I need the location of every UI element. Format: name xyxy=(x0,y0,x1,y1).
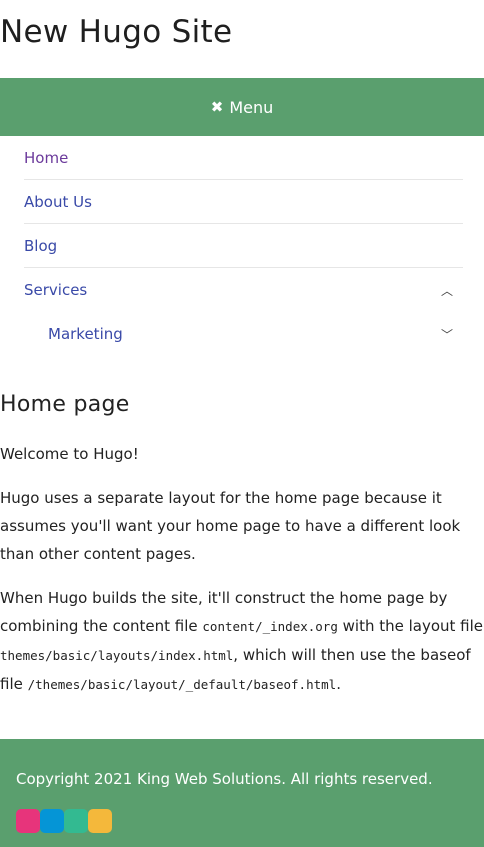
chevron-up-icon[interactable]: ︿ xyxy=(441,282,453,299)
main-content: Home page Welcome to Hugo! Hugo uses a s… xyxy=(0,392,484,699)
paragraph-welcome: Welcome to Hugo! xyxy=(0,445,139,463)
hugo-logo-letter xyxy=(88,809,112,833)
paragraph-intro: Hugo uses a separate layout for the home… xyxy=(0,489,461,563)
code-content-file: content/_index.org xyxy=(202,619,338,634)
page-title: Home page xyxy=(0,392,130,417)
nav-item-label: About Us xyxy=(24,192,92,211)
menu-toggle-button[interactable]: ✖ Menu xyxy=(0,78,484,136)
close-icon: ✖ xyxy=(210,98,224,116)
paragraph-build: When Hugo builds the site, it'll constru… xyxy=(0,584,484,699)
text-fragment: . xyxy=(336,675,341,693)
nav-item-services[interactable]: Services ︿ xyxy=(24,268,463,312)
main-nav: Home About Us Blog Services ︿ Marketing … xyxy=(24,136,463,356)
code-baseof-file: /themes/basic/layout/_default/baseof.htm… xyxy=(27,677,337,692)
nav-item-marketing[interactable]: Marketing ﹀ xyxy=(24,312,463,356)
nav-item-label: Home xyxy=(24,148,69,167)
chevron-down-icon[interactable]: ﹀ xyxy=(441,326,453,343)
nav-item-blog[interactable]: Blog xyxy=(24,224,463,268)
hugo-logo-letter xyxy=(64,809,88,833)
hugo-logo[interactable] xyxy=(16,809,112,833)
nav-item-label: Services xyxy=(24,281,88,299)
hugo-logo-letter xyxy=(40,809,64,833)
menu-toggle-label: Menu xyxy=(229,97,274,117)
text-fragment: with the layout file xyxy=(337,617,484,635)
nav-item-label: Blog xyxy=(24,236,58,255)
nav-item-label: Marketing xyxy=(48,325,123,343)
site-footer: Copyright 2021 King Web Solutions. All r… xyxy=(0,739,484,847)
nav-item-home[interactable]: Home xyxy=(24,136,463,180)
nav-item-about-us[interactable]: About Us xyxy=(24,180,463,224)
copyright-text: Copyright 2021 King Web Solutions. All r… xyxy=(16,770,433,788)
site-title[interactable]: New Hugo Site xyxy=(0,14,232,50)
hugo-logo-letter xyxy=(16,809,40,833)
code-layout-file: themes/basic/layouts/index.html xyxy=(0,648,234,663)
